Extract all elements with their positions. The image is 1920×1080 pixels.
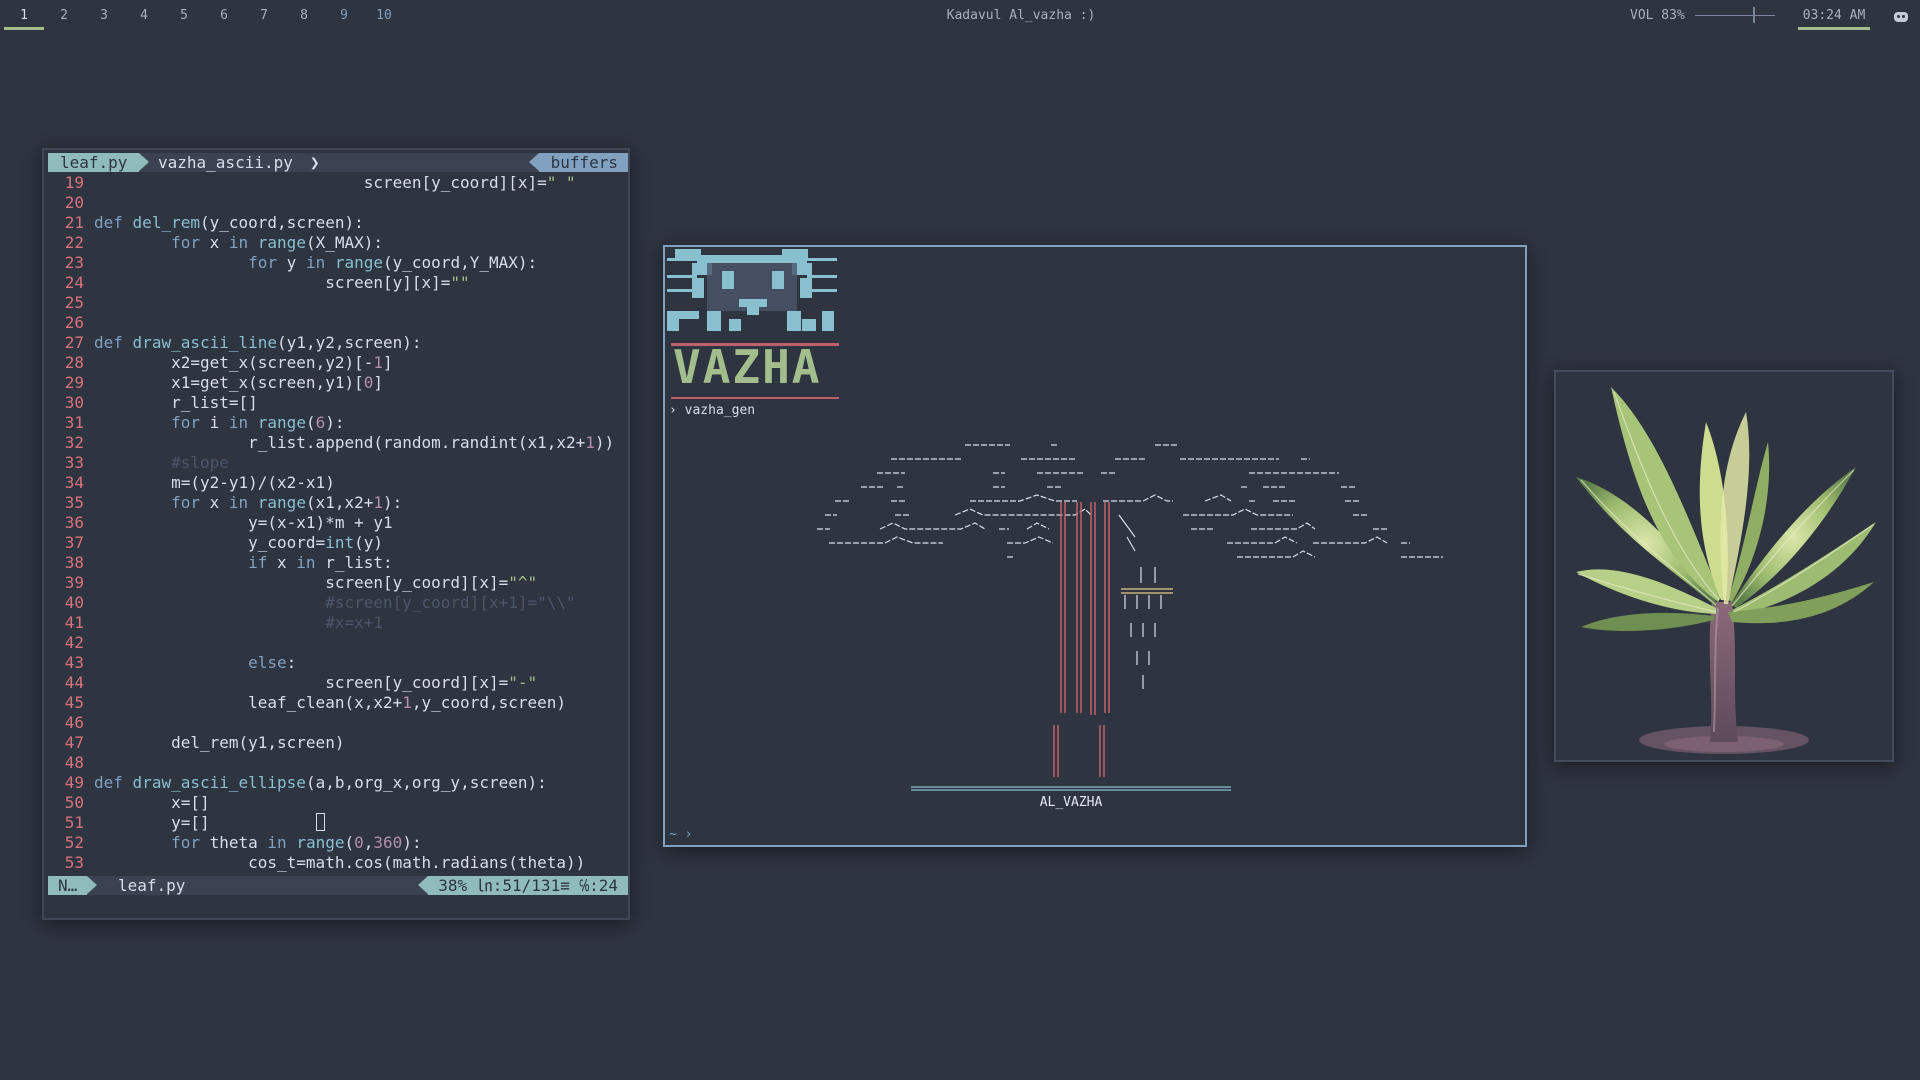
code-line: 43 else:	[64, 653, 297, 672]
code-line: 19 screen[y_coord][x]=" "	[64, 173, 576, 192]
volume-label[interactable]: VOL 83%	[1630, 8, 1685, 23]
code-line: 28 x2=get_x(screen,y2)[-1]	[64, 353, 393, 372]
tab-label: vazha_ascii.py	[158, 153, 293, 172]
code-line: 33 #slope	[64, 453, 229, 472]
shell-prompt[interactable]: ~ ›	[669, 827, 692, 842]
code-line: 37 y_coord=int(y)	[64, 533, 383, 552]
cursor-position: 38% ㏑:51/131≡ ℅:24	[418, 876, 628, 895]
code-line: 21 def del_rem(y_coord,screen):	[64, 213, 364, 232]
statusline: N… leaf.py 38% ㏑:51/131≡ ℅:24	[48, 876, 628, 895]
neovim-window[interactable]: leaf.py vazha_ascii.py ❯ buffers 19 scre…	[42, 148, 630, 920]
code-line: 29 x1=get_x(screen,y1)[0]	[64, 373, 383, 392]
code-line: 27 def draw_ascii_line(y1,y2,screen):	[64, 333, 422, 352]
code-line: 47 del_rem(y1,screen)	[64, 733, 345, 752]
code-line: 39 screen[y_coord][x]="^"	[64, 573, 538, 592]
top-bar: 1 2 3 4 5 6 7 8 9 10 Kadavul Al_vazha :) VOL 83% …	[0, 0, 1920, 34]
volume-slider[interactable]	[1695, 15, 1775, 16]
code-line: 51 y=[]	[48, 813, 325, 833]
code-line: 48	[64, 753, 84, 772]
mode-indicator: N…	[48, 876, 98, 895]
code-line: 30 r_list=[]	[64, 393, 258, 412]
tabline: leaf.py vazha_ascii.py ❯ buffers	[48, 153, 628, 172]
banner-label: AL_VAZHA	[1039, 795, 1103, 810]
terminal-window[interactable]: VAZHA › vazha_gen AL_VAZHA ~ ›	[663, 245, 1527, 847]
code-line: 35 for x in range(x1,x2+1):	[64, 493, 403, 512]
tab-vazha-ascii-py[interactable]: vazha_ascii.py	[158, 153, 293, 172]
code-line: 42	[64, 633, 84, 652]
code-line: 31 for i in range(6):	[64, 413, 345, 432]
code-line: 49 def draw_ascii_ellipse(a,b,org_x,org_y…	[64, 773, 547, 792]
code-line: 34 m=(y2-y1)/(x2-x1)	[64, 473, 335, 492]
code-line: 52 for theta in range(0,360):	[64, 833, 422, 852]
code-line: 38 if x in r_list:	[64, 553, 393, 572]
banana-plant-illustration	[1576, 387, 1876, 754]
code-line: 20	[64, 193, 84, 212]
code-line: 24 screen[y][x]=""	[64, 273, 470, 292]
ascii-banana-tree	[817, 444, 1443, 791]
code-line: 45 leaf_clean(x,x2+1,y_coord,screen)	[64, 693, 567, 712]
code-line: 53 cos_t=math.cos(math.radians(theta))	[64, 853, 586, 872]
clock[interactable]: 03:24 AM	[1798, 8, 1870, 30]
buffers-indicator[interactable]: buffers	[528, 153, 628, 172]
code-line: 32 r_list.append(random.randint(x1,x2+1)…	[64, 433, 615, 452]
volume-slider-knob[interactable]	[1753, 7, 1756, 23]
status-filename: leaf.py	[118, 876, 186, 895]
code-line: 23 for y in range(y_coord,Y_MAX):	[64, 253, 538, 272]
code-view[interactable]: 19 screen[y_coord][x]=" " 20 21 def del_r…	[48, 173, 628, 873]
discord-icon[interactable]	[1894, 12, 1908, 22]
code-line: 46	[64, 713, 84, 732]
code-line: 25	[64, 293, 84, 312]
chevron-right-icon: ❯	[310, 153, 320, 172]
code-line: 40 #screen[y_coord][x+1]="\\"	[64, 593, 576, 612]
code-line: 50 x=[]	[64, 793, 210, 812]
code-line: 36 y=(x-x1)*m + y1	[64, 513, 393, 532]
code-line: 41 #x=x+1	[64, 613, 383, 632]
code-line: 44 screen[y_coord][x]="-"	[64, 673, 538, 692]
code-line: 22 for x in range(X_MAX):	[64, 233, 384, 252]
text-cursor	[315, 813, 325, 831]
banana-plant-image[interactable]	[1554, 370, 1894, 762]
code-line: 26	[64, 313, 84, 332]
tab-leaf-py[interactable]: leaf.py	[48, 153, 150, 172]
